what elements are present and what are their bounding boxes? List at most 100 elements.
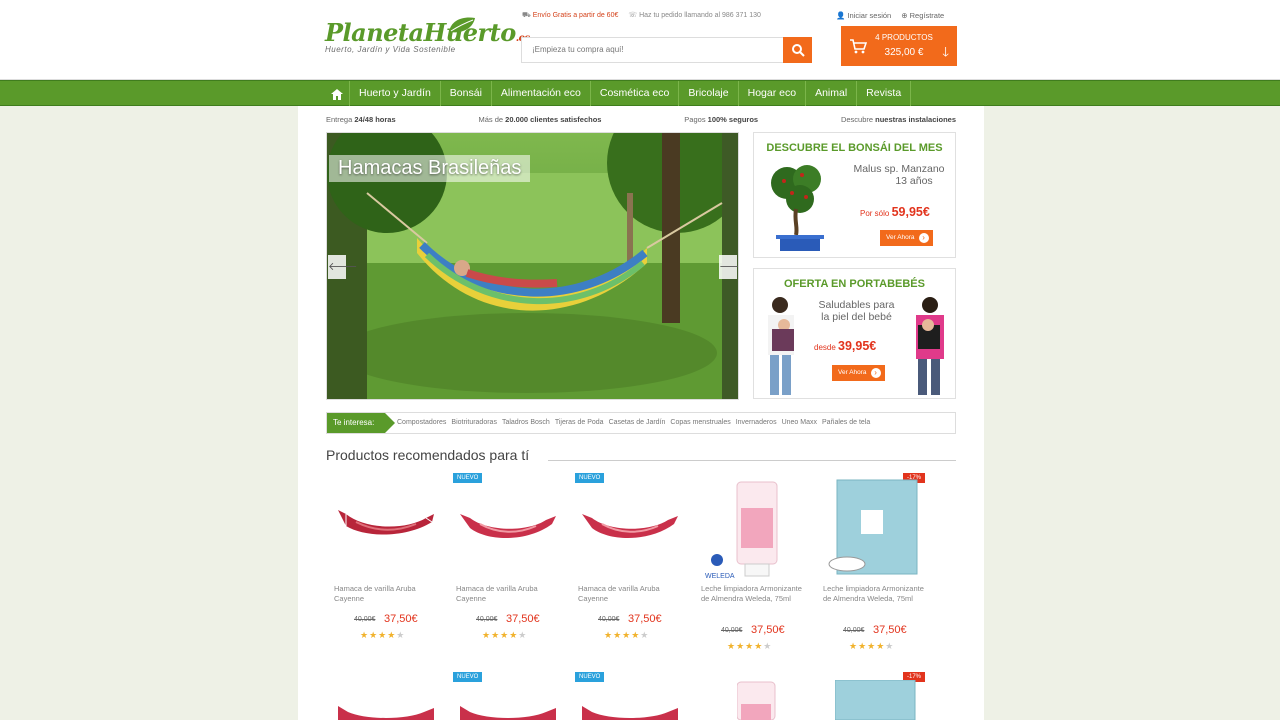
cart-icon [850, 39, 867, 54]
hammock-image [460, 514, 556, 539]
promo-bonsai-line1: Malus sp. Manzano [853, 163, 945, 175]
leaf-icon [449, 17, 475, 33]
hero-slider[interactable]: Hamacas Brasileñas 🡐 🡒 [326, 132, 739, 400]
cart-button[interactable]: 4 PRODUCTOS 325,00 € 🡓 [841, 26, 957, 66]
product-price: 37,50€ [628, 613, 662, 625]
benefit-delivery: Entrega 24/48 horas [326, 115, 396, 124]
hammock-image [582, 514, 678, 539]
hammock-image [582, 706, 678, 720]
hero-next-button[interactable]: 🡒 [719, 255, 738, 279]
hammock-image [338, 510, 434, 535]
box-product-image [828, 479, 918, 575]
phone-order-link[interactable]: ☏ Haz tu pedido llamando al 986 371 130 [628, 11, 761, 20]
search-input[interactable]: ¡Empieza tu compra aquí! [521, 37, 785, 63]
interest-link[interactable]: Pañales de tela [822, 413, 870, 433]
product-name[interactable]: Leche limpiadora Armonizante de Almendra… [701, 584, 811, 604]
arrow-circle-icon: › [918, 233, 929, 243]
product-card[interactable]: Hamaca de varilla Aruba Cayenne 40,00€ 3… [330, 470, 442, 650]
promo-bonsai-cta[interactable]: Ver Ahora › [880, 230, 933, 246]
recommended-heading: Productos recomendados para tí [326, 447, 530, 463]
product-rating: ★★★★★ [849, 641, 895, 651]
section-divider [548, 460, 956, 461]
product-name[interactable]: Hamaca de varilla Aruba Cayenne [456, 584, 566, 604]
benefit-payments: Pagos 100% seguros [684, 115, 759, 124]
free-shipping-link[interactable]: ⛟ Envío Gratis a partir de 60€ [522, 11, 618, 20]
promo-portabebes-cta[interactable]: Ver Ahora › [832, 365, 885, 381]
interest-link[interactable]: Invernaderos [736, 413, 777, 433]
nav-home[interactable] [325, 81, 349, 107]
register-link[interactable]: ⊕ Regístrate [901, 11, 944, 20]
promo-bonsai-line2: 13 años [895, 175, 933, 187]
product-badge: NUEVO [575, 672, 605, 682]
product-old-price: 40,00€ [598, 616, 620, 623]
search-icon [791, 44, 805, 57]
search-button[interactable] [783, 37, 812, 63]
nav-alimentacion[interactable]: Alimentación eco [490, 81, 590, 107]
nav-animal[interactable]: Animal [805, 81, 856, 107]
interest-link[interactable]: Compostadores [397, 413, 446, 433]
mother-carrier-image-2 [916, 297, 944, 395]
svg-text:WELEDA: WELEDA [705, 573, 735, 580]
nav-huerto-jardin[interactable]: Huerto y Jardín [349, 81, 440, 107]
product-price: 37,50€ [751, 624, 785, 636]
site-header: PlanetaHuerto.es Huerto, Jardín y Vida S… [0, 0, 1280, 80]
user-icon: 👤 [836, 11, 846, 20]
product-old-price: 40,00€ [476, 616, 498, 623]
promo-bonsai[interactable]: DESCUBRE EL BONSÁI DEL MES Malus sp. Man… [753, 132, 956, 258]
product-old-price: 40,00€ [721, 627, 743, 634]
box-product-image [835, 680, 916, 720]
interest-link[interactable]: Copas menstruales [670, 413, 730, 433]
product-badge: NUEVO [453, 672, 483, 682]
plus-icon: ⊕ [901, 11, 908, 20]
account-links: 👤 Iniciar sesión ⊕ Regístrate [836, 11, 944, 20]
product-name[interactable]: Hamaca de varilla Aruba Cayenne [334, 584, 444, 604]
hero-prev-button[interactable]: 🡐 [328, 255, 358, 279]
main-nav: Huerto y Jardín Bonsái Alimentación eco … [0, 80, 1280, 107]
login-link[interactable]: 👤 Iniciar sesión [836, 11, 891, 20]
nav-revista[interactable]: Revista [856, 81, 912, 107]
promo-portabebes-line2: la piel del bebé [821, 311, 892, 323]
interest-link[interactable]: Taladros Bosch [502, 413, 550, 433]
promo-portabebes-price: desde 39,95€ [814, 339, 877, 353]
logo-name: PlanetaHuerto [325, 18, 516, 47]
nav-cosmetica[interactable]: Cosmética eco [589, 81, 678, 107]
bonsai-image [771, 165, 824, 251]
weleda-tube-image [737, 681, 776, 720]
benefit-facilities[interactable]: Descubre nuestras instalaciones [841, 115, 956, 124]
promo-portabebes[interactable]: OFERTA EN PORTABEBÉS Saludables para la … [753, 268, 956, 399]
product-card[interactable]: WELEDA Leche limpiadora Armonizante de A… [697, 470, 809, 660]
product-card[interactable]: NUEVO Hamaca de varilla Aruba Cayenne 40… [452, 470, 564, 650]
product-price: 37,50€ [506, 613, 540, 625]
hammock-image [460, 706, 556, 720]
nav-hogar[interactable]: Hogar eco [737, 81, 805, 107]
product-old-price: 40,00€ [843, 627, 865, 634]
product-name[interactable]: Hamaca de varilla Aruba Cayenne [578, 584, 688, 604]
mother-carrier-image [768, 297, 794, 395]
arrow-down-icon: 🡓 [942, 44, 949, 59]
product-rating: ★★★★★ [360, 630, 406, 640]
product-badge: NUEVO [453, 473, 483, 483]
promo-bonsai-heading: DESCUBRE EL BONSÁI DEL MES [766, 142, 943, 154]
weleda-tube-image: WELEDA [705, 481, 778, 580]
product-name[interactable]: Leche limpiadora Armonizante de Almendra… [823, 584, 933, 604]
nav-bricolaje[interactable]: Bricolaje [678, 81, 737, 107]
promo-portabebes-line1: Saludables para [818, 299, 895, 311]
product-badge: NUEVO [575, 473, 605, 483]
product-price: 37,50€ [384, 613, 418, 625]
product-card[interactable]: -17% Leche limpiadora Armonizante de Alm… [819, 470, 931, 660]
site-logo[interactable]: PlanetaHuerto.es Huerto, Jardín y Vida S… [325, 17, 530, 54]
home-icon [331, 88, 343, 100]
interest-link[interactable]: Tijeras de Poda [555, 413, 604, 433]
nav-bonsai[interactable]: Bonsái [439, 81, 491, 107]
product-card[interactable]: NUEVO Hamaca de varilla Aruba Cayenne 40… [574, 470, 686, 650]
promo-portabebes-heading: OFERTA EN PORTABEBÉS [784, 278, 925, 290]
interest-link[interactable]: Uneo Maxx [782, 413, 817, 433]
interest-link[interactable]: Biotrituradoras [451, 413, 497, 433]
interest-link[interactable]: Casetas de Jardín [609, 413, 666, 433]
arrow-right-icon: 🡒 [719, 261, 738, 273]
product-old-price: 40,00€ [354, 616, 376, 623]
interest-bar: Te interesa: Compostadores Biotriturador… [326, 412, 956, 434]
hammock-image [338, 706, 434, 720]
product-rating: ★★★★★ [727, 641, 773, 651]
arrow-circle-icon: › [870, 368, 881, 378]
